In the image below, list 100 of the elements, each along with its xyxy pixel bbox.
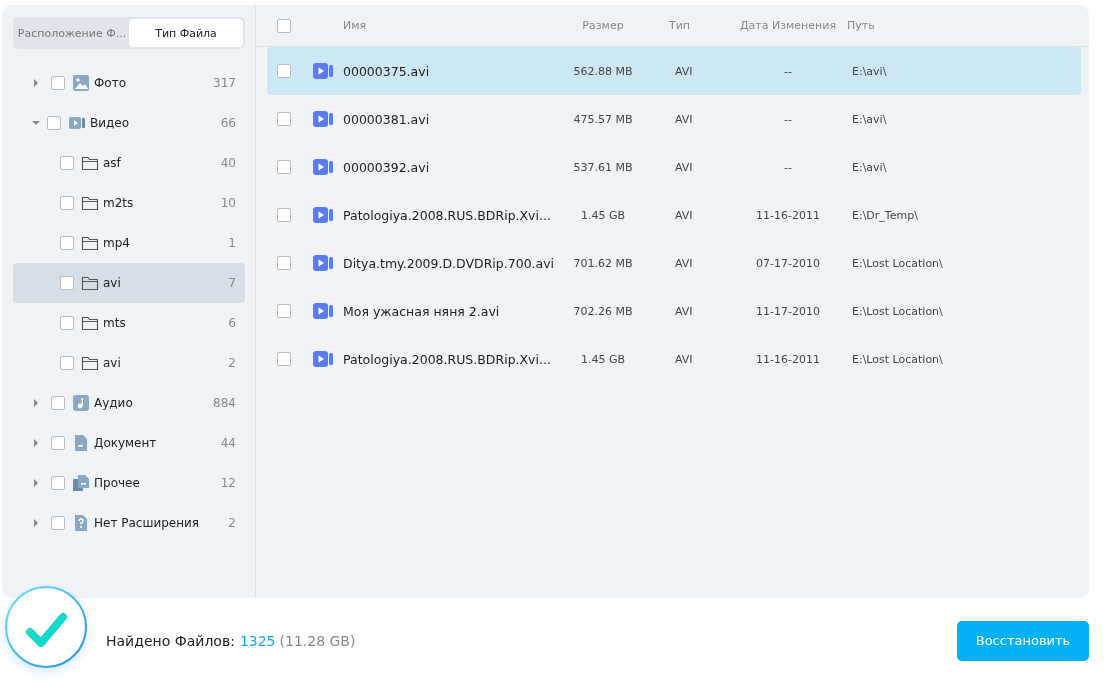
checkbox[interactable] (277, 160, 291, 174)
checkbox[interactable] (277, 352, 291, 366)
folder-icon (81, 274, 99, 292)
table-cell-text: 11-16-2011 (755, 208, 821, 222)
tree-item[interactable]: avi 7 (13, 263, 245, 303)
item-count: 44 (220, 436, 236, 450)
table-cell-text: Patologiya.2008.RUS.BDRip.Xvi... (342, 351, 552, 367)
tree-item[interactable]: mp4 1 (13, 223, 245, 263)
table-cell-text: -- (783, 160, 793, 174)
table-cell-text: E:\Dr_Temp\ (851, 208, 919, 222)
tree-item[interactable]: asf 40 (13, 143, 245, 183)
table-row[interactable]: Ditya.tmy.2009.D.DVDRip.700.avi 701.62 MB AVI 07-17-2010 E:\Lost Location\ (267, 239, 1081, 287)
table-cell-text: 11-17-2010 (755, 304, 821, 318)
video-camera-icon (313, 63, 333, 79)
table-cell-text: 07-17-2010 (755, 256, 821, 270)
tree-item[interactable]: Нет Расширения 2 (13, 503, 245, 543)
checkbox[interactable] (60, 276, 74, 290)
table-row[interactable]: Patologiya.2008.RUS.BDRip.Xvi... 1.45 GB AVI 11-16-2011 E:\Dr_Temp\ (267, 191, 1081, 239)
checkbox[interactable] (60, 196, 74, 210)
video-camera-icon (313, 303, 333, 319)
tree-item[interactable]: Аудио 884 (13, 383, 245, 423)
table-cell-text: 702.26 MB (572, 304, 634, 318)
tree-item[interactable]: Документ 44 (13, 423, 245, 463)
checkbox[interactable] (277, 112, 291, 126)
table-row[interactable]: 00000381.avi 475.57 MB AVI -- E:\avi\ (267, 95, 1081, 143)
video-camera-icon (313, 351, 333, 367)
checkbox[interactable] (277, 18, 291, 33)
table-cell-text: 00000392.avi (342, 159, 431, 175)
table-cell-text: Ditya.tmy.2009.D.DVDRip.700.avi (342, 255, 556, 271)
expand-arrow-icon[interactable] (34, 479, 38, 487)
tree-item[interactable]: avi 2 (13, 343, 245, 383)
item-count: 6 (228, 316, 236, 330)
item-count: 2 (228, 356, 236, 370)
table-cell-text: E:\Lost Location\ (851, 352, 944, 366)
tree-item[interactable]: mts 6 (13, 303, 245, 343)
table-cell-text: Моя ужасная няня 2.avi (342, 303, 501, 319)
item-count: 317 (213, 76, 236, 90)
folder-icon (81, 154, 99, 172)
table-cell-text: 00000375.avi (342, 63, 431, 79)
folder-icon (81, 234, 99, 252)
item-count: 10 (220, 196, 236, 210)
music-file-icon (72, 394, 90, 412)
item-label: Аудио (94, 396, 134, 410)
table-cell-text: E:\Lost Location\ (851, 256, 944, 270)
collapse-arrow-icon[interactable] (32, 121, 40, 125)
item-count: 2 (228, 516, 236, 530)
checkbox[interactable] (60, 356, 74, 370)
tree-item[interactable]: Фото 317 (13, 63, 245, 103)
expand-arrow-icon[interactable] (34, 519, 38, 527)
checkbox[interactable] (277, 208, 291, 222)
table-cell-text: 537.61 MB (572, 160, 634, 174)
checkbox[interactable] (60, 236, 74, 250)
files-icon (72, 474, 90, 492)
tree-item[interactable]: Видео 66 (13, 103, 245, 143)
video-camera-icon (68, 114, 86, 132)
item-label: avi (103, 276, 122, 290)
table-cell-text: AVI (674, 112, 694, 126)
item-label: Прочее (94, 476, 141, 490)
table-row[interactable]: 00000375.avi 562.88 MB AVI -- E:\avi\ (267, 47, 1081, 95)
checkbox[interactable] (47, 116, 61, 130)
folder-icon (81, 354, 99, 372)
item-count: 7 (228, 276, 236, 290)
table-cell-text: 701.62 MB (572, 256, 634, 270)
table-row[interactable]: 00000392.avi 537.61 MB AVI -- E:\avi\ (267, 143, 1081, 191)
checkbox[interactable] (51, 396, 65, 410)
table-cell-text: Patologiya.2008.RUS.BDRip.Xvi... (342, 207, 552, 223)
check-circle-icon (4, 585, 88, 669)
image-icon (72, 74, 90, 92)
table-row[interactable]: Моя ужасная няня 2.avi 702.26 MB AVI 11-17-2010 E:\Lost Location\ (267, 287, 1081, 335)
table-cell-text: 1.45 GB (579, 352, 627, 366)
checkbox[interactable] (277, 256, 291, 270)
item-label: Видео (90, 116, 131, 130)
table-cell-text: AVI (674, 160, 694, 174)
table-cell-text: -- (783, 64, 793, 78)
tree-item[interactable]: m2ts 10 (13, 183, 245, 223)
tab[interactable]: Расположение Ф... (15, 19, 129, 47)
checkbox[interactable] (51, 476, 65, 490)
checkbox[interactable] (277, 304, 291, 318)
checkbox[interactable] (277, 64, 291, 78)
expand-arrow-icon[interactable] (34, 399, 38, 407)
table-cell-text: 475.57 MB (572, 112, 634, 126)
checkbox[interactable] (51, 516, 65, 530)
item-count: 12 (220, 476, 236, 490)
tab[interactable]: Тип Файла (129, 19, 243, 47)
checkbox[interactable] (51, 76, 65, 90)
checkbox[interactable] (60, 156, 74, 170)
table-cell-text: AVI (674, 64, 694, 78)
tree-item[interactable]: Прочее 12 (13, 463, 245, 503)
total-size: (11.28 GB) (279, 632, 356, 649)
checkbox[interactable] (60, 316, 74, 330)
document-icon (72, 434, 90, 452)
checkbox[interactable] (51, 436, 65, 450)
table-cell-text: -- (783, 112, 793, 126)
expand-arrow-icon[interactable] (34, 439, 38, 447)
table-cell-text: 00000381.avi (342, 111, 431, 127)
video-camera-icon (313, 255, 333, 271)
folder-icon (81, 314, 99, 332)
expand-arrow-icon[interactable] (34, 79, 38, 87)
video-camera-icon (313, 159, 333, 175)
table-row[interactable]: Patologiya.2008.RUS.BDRip.Xvi... 1.45 GB AVI 11-16-2011 E:\Lost Location\ (267, 335, 1081, 383)
